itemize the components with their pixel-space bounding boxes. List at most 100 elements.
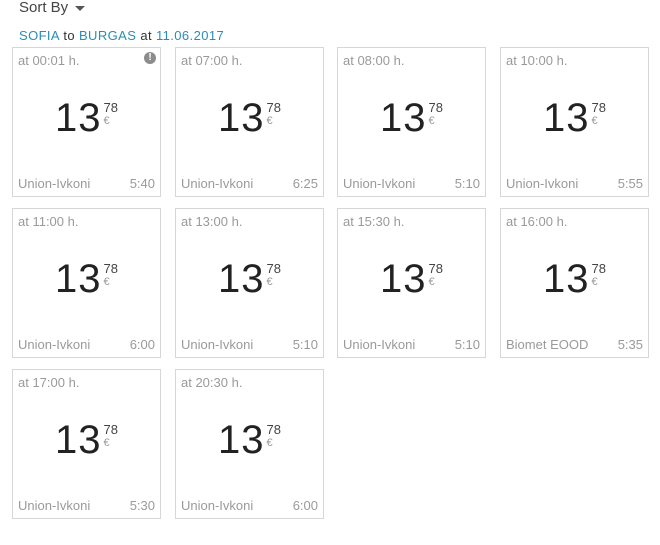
departure-grid: at 00:01 h.! 13 78 € Union-Ivkoni 5:40 at 07:0… bbox=[12, 47, 652, 527]
price: 13 78 € bbox=[176, 257, 323, 301]
trip-duration: 5:10 bbox=[454, 176, 480, 191]
departure-card[interactable]: at 15:30 h. 13 78 € Union-Ivkoni 5:10 bbox=[337, 208, 486, 358]
origin-city-link[interactable]: SOFIA bbox=[19, 28, 59, 43]
departure-card[interactable]: at 11:00 h. 13 78 € Union-Ivkoni 6:00 bbox=[12, 208, 161, 358]
price-integer: 13 bbox=[218, 257, 265, 301]
currency-symbol: € bbox=[103, 437, 110, 449]
carrier-name: Union-Ivkoni bbox=[343, 176, 416, 191]
trip-duration: 5:30 bbox=[129, 498, 155, 513]
price: 13 78 € bbox=[176, 96, 323, 140]
route-to-word: to bbox=[63, 28, 75, 43]
currency-symbol: € bbox=[591, 115, 598, 127]
currency-symbol: € bbox=[266, 115, 273, 127]
departure-time: at 15:30 h. bbox=[343, 214, 405, 229]
departure-time: at 11:00 h. bbox=[18, 214, 79, 229]
caret-down-icon bbox=[75, 6, 86, 11]
price-integer: 13 bbox=[55, 257, 102, 301]
departure-card[interactable]: at 13:00 h. 13 78 € Union-Ivkoni 5:10 bbox=[175, 208, 324, 358]
price-decimal: 78 bbox=[266, 261, 281, 276]
carrier-name: Biomet EOOD bbox=[506, 337, 589, 352]
price-integer: 13 bbox=[218, 418, 265, 462]
price-integer: 13 bbox=[543, 96, 590, 140]
price-fraction-group: 78 € bbox=[267, 96, 281, 140]
trip-duration: 5:40 bbox=[129, 176, 155, 191]
currency-symbol: € bbox=[428, 276, 435, 288]
price-integer: 13 bbox=[218, 96, 265, 140]
price-decimal: 78 bbox=[591, 100, 606, 115]
trip-duration: 6:25 bbox=[292, 176, 318, 191]
price: 13 78 € bbox=[13, 257, 160, 301]
trip-duration: 5:55 bbox=[617, 176, 643, 191]
destination-city-link[interactable]: BURGAS bbox=[79, 28, 136, 43]
price-fraction-group: 78 € bbox=[104, 257, 118, 301]
carrier-name: Union-Ivkoni bbox=[506, 176, 579, 191]
price-decimal: 78 bbox=[103, 100, 118, 115]
price-decimal: 78 bbox=[266, 100, 281, 115]
price-integer: 13 bbox=[543, 257, 590, 301]
trip-duration: 6:00 bbox=[129, 337, 155, 352]
price-fraction-group: 78 € bbox=[592, 257, 606, 301]
price: 13 78 € bbox=[13, 418, 160, 462]
price: 13 78 € bbox=[176, 418, 323, 462]
price: 13 78 € bbox=[13, 96, 160, 140]
currency-symbol: € bbox=[428, 115, 435, 127]
currency-symbol: € bbox=[103, 115, 110, 127]
price: 13 78 € bbox=[338, 257, 485, 301]
price-decimal: 78 bbox=[428, 261, 443, 276]
price-decimal: 78 bbox=[103, 261, 118, 276]
sort-by-dropdown[interactable]: Sort By bbox=[19, 0, 86, 16]
carrier-name: Union-Ivkoni bbox=[181, 176, 254, 191]
departure-time: at 08:00 h. bbox=[343, 53, 405, 68]
currency-symbol: € bbox=[103, 276, 110, 288]
trip-duration: 5:10 bbox=[292, 337, 318, 352]
price: 13 78 € bbox=[501, 96, 648, 140]
departure-time: at 16:00 h. bbox=[506, 214, 568, 229]
travel-date-link[interactable]: 11.06.2017 bbox=[156, 28, 224, 43]
route-at-word: at bbox=[140, 28, 152, 43]
price-fraction-group: 78 € bbox=[267, 418, 281, 462]
price-integer: 13 bbox=[55, 418, 102, 462]
departure-card[interactable]: at 00:01 h.! 13 78 € Union-Ivkoni 5:40 bbox=[12, 47, 161, 197]
price-decimal: 78 bbox=[266, 422, 281, 437]
currency-symbol: € bbox=[591, 276, 598, 288]
currency-symbol: € bbox=[266, 437, 273, 449]
departure-time: at 10:00 h. bbox=[506, 53, 568, 68]
departure-time: at 07:00 h. bbox=[181, 53, 243, 68]
price-fraction-group: 78 € bbox=[592, 96, 606, 140]
route-summary: SOFIA to BURGAS at 11.06.2017 bbox=[19, 28, 224, 43]
price: 13 78 € bbox=[501, 257, 648, 301]
departure-card[interactable]: at 08:00 h. 13 78 € Union-Ivkoni 5:10 bbox=[337, 47, 486, 197]
currency-symbol: € bbox=[266, 276, 273, 288]
departure-time: at 00:01 h. bbox=[18, 53, 80, 68]
price-fraction-group: 78 € bbox=[104, 418, 118, 462]
price-fraction-group: 78 € bbox=[104, 96, 118, 140]
carrier-name: Union-Ivkoni bbox=[18, 176, 91, 191]
price-decimal: 78 bbox=[428, 100, 443, 115]
info-icon[interactable]: ! bbox=[144, 52, 156, 64]
departure-time: at 20:30 h. bbox=[181, 375, 243, 390]
carrier-name: Union-Ivkoni bbox=[181, 498, 254, 513]
price-integer: 13 bbox=[380, 96, 427, 140]
sort-by-label: Sort By bbox=[19, 0, 69, 16]
trip-duration: 6:00 bbox=[292, 498, 318, 513]
carrier-name: Union-Ivkoni bbox=[18, 498, 91, 513]
departure-time: at 13:00 h. bbox=[181, 214, 243, 229]
price-decimal: 78 bbox=[591, 261, 606, 276]
carrier-name: Union-Ivkoni bbox=[18, 337, 91, 352]
price-integer: 13 bbox=[55, 96, 102, 140]
price-fraction-group: 78 € bbox=[429, 257, 443, 301]
departure-card[interactable]: at 16:00 h. 13 78 € Biomet EOOD 5:35 bbox=[500, 208, 649, 358]
price-integer: 13 bbox=[380, 257, 427, 301]
price-fraction-group: 78 € bbox=[429, 96, 443, 140]
departure-card[interactable]: at 20:30 h. 13 78 € Union-Ivkoni 6:00 bbox=[175, 369, 324, 519]
price: 13 78 € bbox=[338, 96, 485, 140]
departure-card[interactable]: at 07:00 h. 13 78 € Union-Ivkoni 6:25 bbox=[175, 47, 324, 197]
departure-card[interactable]: at 10:00 h. 13 78 € Union-Ivkoni 5:55 bbox=[500, 47, 649, 197]
departure-card[interactable]: at 17:00 h. 13 78 € Union-Ivkoni 5:30 bbox=[12, 369, 161, 519]
carrier-name: Union-Ivkoni bbox=[343, 337, 416, 352]
departure-time: at 17:00 h. bbox=[18, 375, 80, 390]
carrier-name: Union-Ivkoni bbox=[181, 337, 254, 352]
price-fraction-group: 78 € bbox=[267, 257, 281, 301]
trip-duration: 5:35 bbox=[617, 337, 643, 352]
trip-duration: 5:10 bbox=[454, 337, 480, 352]
